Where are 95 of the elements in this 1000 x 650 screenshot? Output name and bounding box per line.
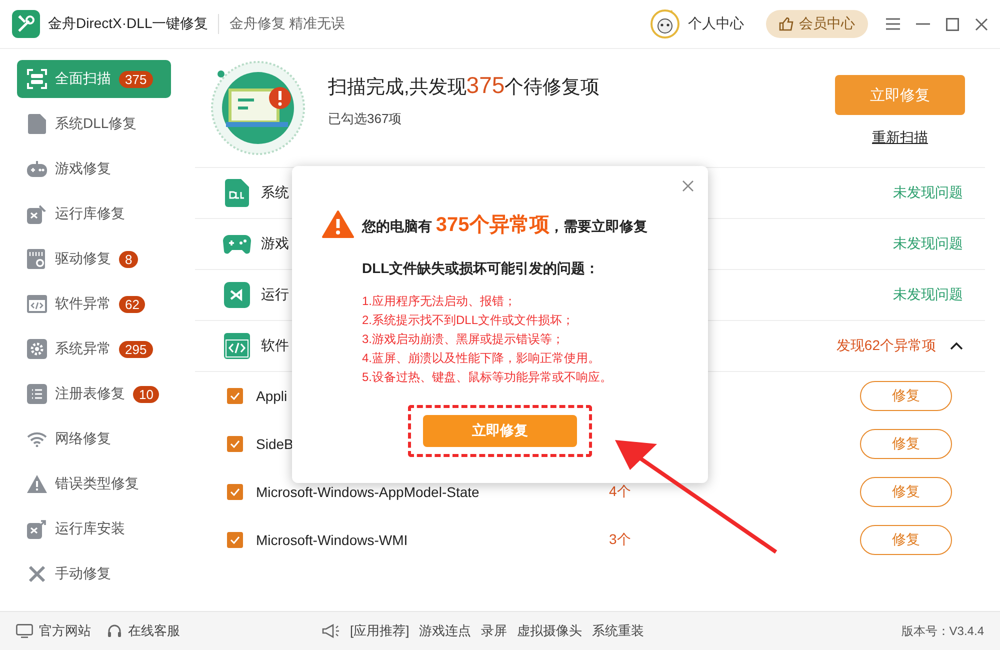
scan-icon — [27, 69, 47, 89]
warning-icon — [322, 210, 354, 238]
sidebar-label: 运行库安装 — [55, 520, 125, 538]
problem-text: 4.蓝屏、崩溃以及性能下降，影响正常使用。 — [362, 350, 602, 367]
count-badge: 295 — [119, 340, 153, 358]
app-logo — [12, 10, 40, 38]
maximize-icon[interactable] — [946, 18, 959, 30]
problem-text: 3.游戏启动崩溃、黑屏或提示错误等； — [362, 331, 566, 348]
count-badge: 62 — [119, 296, 146, 312]
list-icon — [27, 384, 47, 404]
headset-icon — [107, 624, 122, 638]
sidebar-item[interactable]: 系统异常 295 — [17, 330, 171, 368]
sidebar-label: 手动修复 — [55, 565, 111, 583]
close-icon[interactable] — [975, 18, 988, 30]
item-count: 4个 — [609, 483, 632, 501]
item-name: Appli — [256, 388, 288, 404]
sidebar-item[interactable]: 游戏修复 — [17, 150, 171, 188]
category-name: 运行 — [261, 286, 289, 304]
item-name: Microsoft-Windows-WMI — [256, 532, 408, 548]
count-badge: 10 — [133, 386, 160, 402]
sidebar-item[interactable]: 错误类型修复 — [17, 465, 171, 503]
warning-icon — [27, 475, 47, 493]
sidebar-item[interactable]: 手动修复 — [17, 555, 171, 593]
sidebar-label: 全面扫描 — [55, 70, 111, 88]
monitor-icon — [16, 624, 33, 638]
item-count: 3个 — [609, 531, 632, 549]
close-icon[interactable] — [682, 180, 694, 192]
gamepad-icon — [27, 161, 47, 177]
version-text: 版本号：V3.4.4 — [901, 622, 984, 640]
sidebar-item[interactable]: 驱动修复 8 — [17, 240, 171, 278]
sidebar-label: 网络修复 — [55, 430, 111, 448]
status-text: 未发现问题 — [893, 286, 963, 304]
sidebar-label: 系统DLL修复 — [55, 115, 137, 133]
scan-result-title: 扫描完成,共发现375个待修复项 — [328, 72, 601, 100]
gear-icon — [27, 339, 47, 359]
official-site-link[interactable]: 官方网站 — [39, 622, 91, 640]
sidebar-item[interactable]: 软件异常 62 — [17, 285, 171, 323]
count-badge: 8 — [119, 250, 138, 268]
checkbox[interactable] — [227, 388, 243, 404]
status-text: 未发现问题 — [893, 184, 963, 202]
vip-center-button[interactable]: 会员中心 — [766, 10, 868, 38]
code-window-icon — [224, 333, 250, 359]
sidebar-item[interactable]: 系统DLL修复 — [17, 105, 171, 143]
checkmark-icon — [230, 392, 240, 400]
category-name: 软件 — [261, 337, 289, 355]
sidebar-label: 软件异常 — [55, 295, 111, 313]
checkbox[interactable] — [227, 532, 243, 548]
sidebar-item[interactable]: 注册表修复 10 — [17, 375, 171, 413]
problem-text: 5.设备过热、键盘、鼠标等功能异常或不响应。 — [362, 369, 614, 386]
sidebar-label: 游戏修复 — [55, 160, 111, 178]
minimize-icon[interactable] — [916, 23, 930, 25]
recommend-link[interactable]: 虚拟摄像头 — [517, 622, 582, 640]
recommend-link[interactable]: 游戏连点 — [419, 622, 472, 640]
gamepad-icon — [223, 233, 251, 255]
problem-text: 2.系统提示找不到DLL文件或文件损坏； — [362, 312, 576, 329]
sidebar-label: 注册表修复 — [55, 385, 125, 403]
sidebar-item[interactable]: 运行库安装 — [17, 510, 171, 548]
sidebar-item[interactable]: 全面扫描 375 — [17, 60, 171, 98]
thumbs-up-icon — [779, 17, 794, 31]
wifi-icon — [27, 431, 47, 447]
category-name: 游戏 — [261, 235, 289, 253]
sidebar-label: 系统异常 — [55, 340, 111, 358]
app-recommend-label: [应用推荐] — [350, 622, 410, 640]
recommend-link[interactable]: 录屏 — [481, 622, 508, 640]
app-title: 金舟DirectX·DLL一键修复 — [48, 15, 208, 33]
checked-count: 已勾选367项 — [328, 110, 403, 128]
status-text: 发现62个异常项 — [836, 337, 936, 355]
sidebar-label: 驱动修复 — [55, 250, 111, 268]
dialog-subtitle: DLL文件缺失或损坏可能引发的问题： — [362, 260, 600, 278]
collapse-caret-icon[interactable] — [950, 342, 963, 350]
user-center-link[interactable]: 个人中心 — [688, 15, 744, 33]
code-window-icon — [27, 295, 47, 313]
recommend-link[interactable]: 系统重装 — [592, 622, 644, 640]
checkbox[interactable] — [227, 484, 243, 500]
count-badge: 375 — [119, 70, 153, 88]
checkmark-icon — [230, 536, 240, 544]
dialog-heading: 您的电脑有 375个异常项，需要立即修复 — [362, 212, 648, 238]
online-support-link[interactable]: 在线客服 — [128, 622, 180, 640]
sidebar-label: 运行库修复 — [55, 205, 125, 223]
menu-icon[interactable] — [886, 18, 900, 30]
problem-text: 1.应用程序无法启动、报错； — [362, 293, 518, 310]
rescan-link[interactable]: 重新扫描 — [872, 129, 928, 147]
app-slogan: 金舟修复 精准无误 — [229, 15, 346, 33]
sidebar-label: 错误类型修复 — [55, 475, 139, 493]
megaphone-icon — [322, 623, 340, 639]
category-name: 系统 — [261, 184, 289, 202]
avatar-icon[interactable] — [650, 9, 680, 39]
sidebar-item[interactable]: 网络修复 — [17, 420, 171, 458]
item-name: Microsoft-Windows-AppModel-State — [256, 484, 480, 500]
checkmark-icon — [230, 440, 240, 448]
item-name: SideB — [256, 436, 294, 452]
checkbox[interactable] — [227, 436, 243, 452]
sidebar-item[interactable]: 运行库修复 — [17, 195, 171, 233]
checkmark-icon — [230, 488, 240, 496]
status-text: 未发现问题 — [893, 235, 963, 253]
